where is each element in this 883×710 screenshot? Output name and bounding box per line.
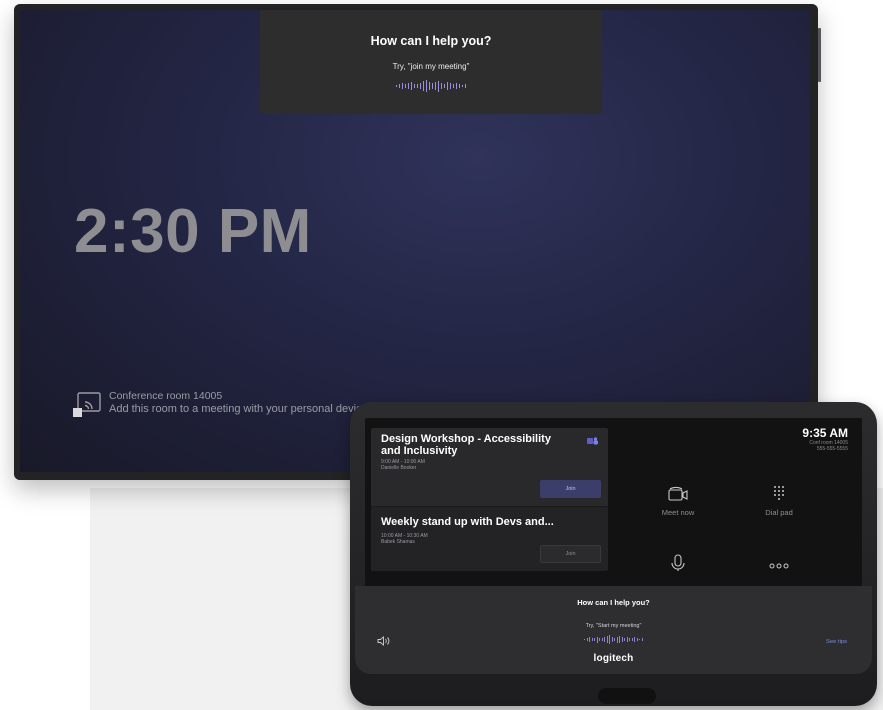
wave-bar: [591, 638, 593, 641]
speaker-icon[interactable]: [377, 636, 391, 646]
wave-bar: [631, 638, 633, 641]
microphone-button[interactable]: [648, 554, 708, 578]
wave-bar: [459, 83, 460, 89]
wave-bar: [601, 638, 603, 641]
wave-bar: [634, 637, 636, 642]
microphone-icon: [671, 554, 685, 571]
wave-bar: [402, 82, 403, 90]
wave-bar: [639, 638, 641, 641]
wave-bar: [417, 84, 418, 88]
wave-bar: [604, 637, 606, 642]
meet-now-button[interactable]: Meet now: [648, 484, 708, 517]
wave-bar: [586, 638, 588, 641]
meeting-title: Weekly stand up with Devs and...: [381, 516, 554, 528]
controller-clock: 9:35 AM Conf room 14005 555-555-5555: [802, 426, 848, 452]
wave-bar: [450, 83, 451, 89]
voice-wave-icon: [355, 635, 872, 644]
meeting-organizer: Danielle Booker: [381, 465, 417, 471]
room-controller: Design Workshop - Accessibility and Incl…: [350, 402, 877, 706]
hardware-button[interactable]: [598, 688, 656, 704]
teams-icon: [587, 437, 598, 445]
wave-bar: [411, 81, 412, 91]
wave-bar: [626, 636, 628, 643]
wave-bar: [609, 635, 611, 644]
wave-bar: [589, 637, 591, 642]
room-info: Conference room 14005 Add this room to a…: [72, 390, 368, 419]
wave-bar: [624, 638, 626, 641]
controller-voice-title: How can I help you?: [577, 598, 650, 607]
meeting-title: Design Workshop - Accessibility and Incl…: [381, 433, 551, 457]
wave-bar: [426, 79, 427, 93]
wave-bar: [441, 82, 442, 90]
voice-wave-icon: [260, 79, 602, 93]
room-hint: Add this room to a meeting with your per…: [109, 403, 368, 415]
wave-bar: [435, 81, 436, 91]
controller-voice-hint: Try, "Start my meeting": [585, 623, 642, 629]
wave-bar: [444, 83, 445, 89]
wave-bar: [584, 638, 586, 641]
room-name: Conference room 14005: [109, 390, 223, 402]
cast-icon: [73, 392, 101, 417]
clock-display: 2:30 PM: [74, 197, 312, 266]
wave-bar: [621, 637, 623, 642]
voice-assistant-hint: Try, "join my meeting": [392, 62, 470, 71]
voice-assistant-panel[interactable]: How can I help you? Try, "join my meetin…: [260, 10, 602, 114]
wave-bar: [611, 636, 613, 643]
meet-now-label: Meet now: [661, 508, 695, 517]
wave-bar: [629, 637, 631, 642]
wave-bar: [432, 83, 433, 89]
more-button[interactable]: [749, 554, 809, 578]
dialpad-icon: [774, 486, 784, 500]
wave-bar: [616, 636, 618, 643]
wave-bar: [423, 81, 424, 91]
wave-bar: [438, 80, 439, 92]
wave-bar: [614, 637, 616, 642]
wave-bar: [405, 84, 406, 88]
wave-bar: [641, 638, 643, 641]
display-side-button: [818, 28, 821, 82]
wave-bar: [456, 82, 457, 90]
wave-bar: [465, 84, 466, 88]
wave-bar: [429, 82, 430, 90]
wave-bar: [606, 636, 608, 643]
wave-bar: [619, 635, 621, 644]
wave-bar: [414, 83, 415, 89]
dial-pad-button[interactable]: Dial pad: [749, 484, 809, 517]
see-tips-link[interactable]: See tips: [826, 639, 847, 645]
meeting-card[interactable]: Design Workshop - Accessibility and Incl…: [371, 428, 608, 507]
join-button[interactable]: Join: [540, 480, 601, 498]
controller-screen: Design Workshop - Accessibility and Incl…: [365, 418, 862, 588]
wave-bar: [396, 84, 397, 88]
join-button[interactable]: Join: [540, 545, 601, 563]
more-icon: [769, 563, 789, 569]
wave-bar: [447, 82, 448, 90]
camera-icon: [668, 486, 688, 501]
controller-phone: 555-555-5555: [816, 446, 848, 452]
voice-assistant-title: How can I help you?: [370, 34, 492, 48]
wave-bar: [399, 83, 400, 89]
meeting-card[interactable]: Weekly stand up with Devs and... 10:00 A…: [371, 506, 608, 571]
wave-bar: [453, 84, 454, 88]
brand-logo: logitech: [593, 653, 634, 664]
wave-bar: [420, 82, 421, 90]
wave-bar: [462, 84, 463, 88]
wave-bar: [636, 638, 638, 641]
dial-pad-label: Dial pad: [765, 508, 793, 517]
wave-bar: [408, 83, 409, 89]
wave-bar: [594, 637, 596, 642]
meeting-organizer: Babek Shamas: [381, 539, 415, 545]
wave-bar: [596, 636, 598, 643]
controller-time: 9:35 AM: [802, 426, 848, 440]
wave-bar: [599, 638, 601, 641]
controller-voice-panel[interactable]: How can I help you? Try, "Start my meeti…: [355, 586, 872, 674]
